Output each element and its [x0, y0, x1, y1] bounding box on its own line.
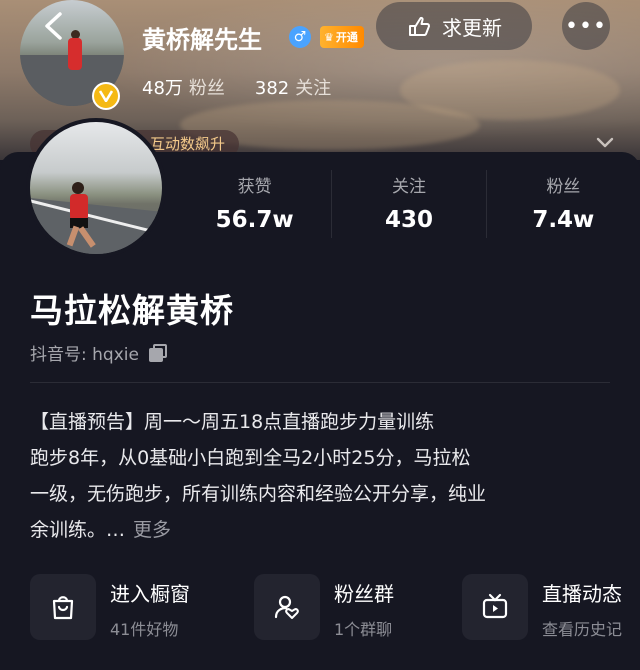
stat-label: 获赞	[237, 177, 272, 197]
header-following[interactable]: 382 关注	[255, 74, 331, 100]
bio-line: 跑步8年，从0基础小白跑到全马2小时25分，马拉松	[30, 447, 471, 469]
chevron-down-icon[interactable]	[596, 134, 614, 153]
profile-stats: 获赞 56.7w 关注 430 粉丝 7.4w	[178, 170, 640, 238]
entry-subtitle: 41件好物	[110, 620, 179, 639]
header-following-label: 关注	[295, 78, 332, 99]
entry-title: 直播动态	[542, 582, 622, 606]
request-update-label: 求更新	[442, 15, 502, 40]
entry-title: 粉丝群	[334, 582, 394, 606]
entry-title: 进入橱窗	[110, 582, 190, 606]
header-name: 黄桥解先生	[142, 26, 262, 54]
request-update-button[interactable]: 求更新	[376, 2, 532, 50]
stat-value: 7.4w	[532, 207, 595, 233]
stat-label: 粉丝	[546, 177, 581, 197]
profile-avatar[interactable]	[26, 118, 166, 258]
header-following-count: 382	[254, 78, 290, 99]
stat-value: 430	[384, 207, 433, 233]
bio-line: 【直播预告】周一～周五18点直播跑步力量训练	[30, 411, 435, 433]
live-tv-icon	[462, 574, 528, 640]
stat-followers[interactable]: 粉丝 7.4w	[487, 170, 640, 238]
profile-nickname: 马拉松解黄桥	[30, 291, 234, 330]
header-followers-label: 粉丝	[188, 78, 225, 99]
verified-badge-icon	[92, 82, 120, 110]
more-button[interactable]: •••	[562, 2, 610, 50]
douyin-id: 抖音号: hqxie	[30, 340, 167, 365]
vip-label: 开通	[335, 31, 358, 44]
shopping-bag-icon	[30, 574, 96, 640]
back-button[interactable]	[28, 6, 78, 46]
fan-group-icon	[254, 574, 320, 640]
vip-badge[interactable]: ♛ 开通	[320, 26, 364, 48]
more-icon: •••	[565, 13, 607, 39]
entry-subtitle: 1个群聊	[334, 620, 393, 639]
copy-icon[interactable]	[148, 343, 167, 362]
bio-more-link[interactable]: 更多	[133, 519, 171, 541]
chevron-left-icon	[45, 12, 62, 40]
stat-value: 56.7w	[215, 207, 294, 233]
profile-bio[interactable]: 【直播预告】周一～周五18点直播跑步力量训练 跑步8年，从0基础小白跑到全马2小…	[30, 404, 620, 548]
crown-icon: ♛	[324, 30, 334, 44]
header-stats: 48万 粉丝 382 关注	[142, 74, 331, 100]
stat-likes[interactable]: 获赞 56.7w	[178, 170, 333, 238]
stat-label: 关注	[391, 177, 426, 197]
bio-line: 一级，无伤跑步，所有训练内容和经验公开分享，纯业	[30, 483, 487, 505]
entry-live-updates[interactable]: 直播动态 查看历史记	[462, 574, 640, 642]
entry-row: 进入橱窗 41件好物 粉丝群 1个群聊 直播动态 查看历史记	[30, 574, 640, 644]
entry-showcase[interactable]: 进入橱窗 41件好物	[30, 574, 240, 642]
douyin-id-text: 抖音号: hqxie	[30, 345, 139, 365]
entry-fan-group[interactable]: 粉丝群 1个群聊	[254, 574, 454, 642]
bio-line-last: 余训练。… 更多	[30, 512, 620, 548]
divider	[30, 382, 610, 383]
entry-subtitle: 查看历史记	[542, 620, 623, 639]
header-followers[interactable]: 48万 粉丝	[142, 74, 225, 100]
avatar-runner	[70, 194, 88, 220]
male-icon: ♂	[289, 26, 311, 48]
bio-line: 余训练。…	[30, 519, 126, 541]
promo-text: 互动数飙升	[150, 135, 226, 153]
stat-following[interactable]: 关注 430	[332, 170, 487, 238]
avatar-runner-head	[72, 182, 84, 194]
header-followers-count: 48万	[142, 78, 183, 99]
hand-pointer-icon	[409, 16, 430, 36]
